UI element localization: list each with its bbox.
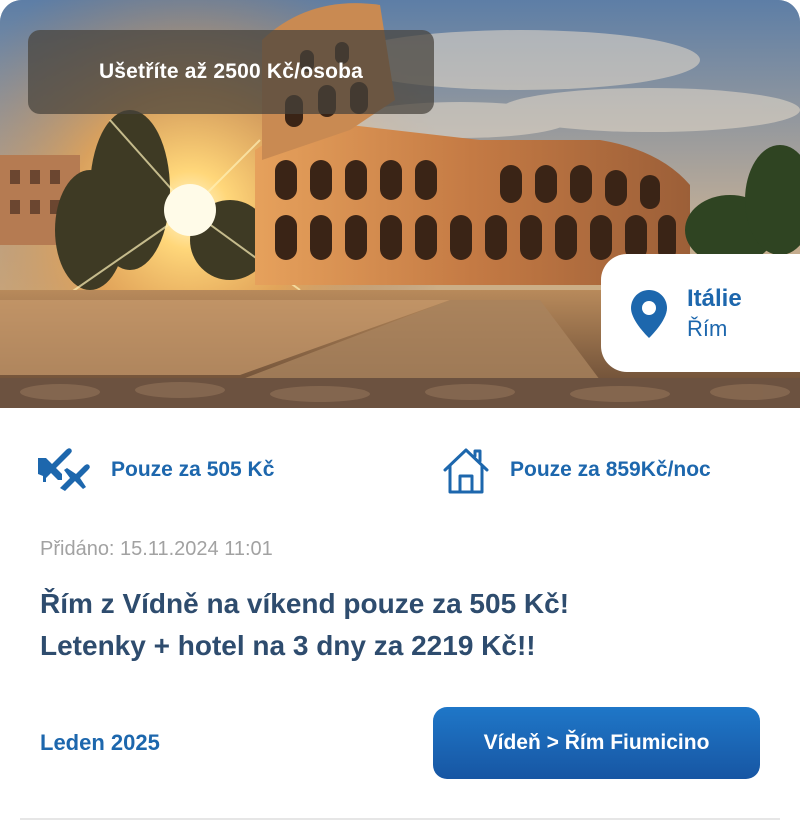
- location-city: Řím: [687, 316, 728, 341]
- flight-price: Pouze za 505 Kč: [111, 458, 275, 481]
- house-icon: [443, 448, 489, 494]
- travel-month: Leden 2025: [40, 730, 160, 755]
- savings-badge: Ušetříte až 2500 Kč/osoba: [28, 30, 434, 114]
- headline-line-2: Letenky + hotel na 3 dny za 2219 Kč!!: [40, 630, 536, 661]
- deal-headline[interactable]: Řím z Vídně na víkend pouze za 505 Kč! L…: [40, 583, 780, 667]
- hotel-price: Pouze za 859Kč/noc: [510, 458, 711, 481]
- location-country: Itálie: [687, 285, 742, 312]
- info-row: Pouze za 505 Kč Pouze za 859Kč/noc: [0, 446, 800, 498]
- location-box: Itálie Řím: [601, 254, 800, 372]
- added-timestamp: Přidáno: 15.11.2024 11:01: [40, 538, 273, 560]
- map-pin-icon: [631, 290, 667, 338]
- airplanes-icon: [38, 448, 90, 491]
- deal-card[interactable]: Ušetříte až 2500 Kč/osoba Itálie Řím Pou…: [0, 0, 800, 821]
- hero-image: Ušetříte až 2500 Kč/osoba Itálie Řím: [0, 0, 800, 408]
- divider: [20, 818, 780, 820]
- route-button[interactable]: Vídeň > Řím Fiumicino: [433, 707, 760, 779]
- headline-line-1: Řím z Vídně na víkend pouze za 505 Kč!: [40, 588, 570, 619]
